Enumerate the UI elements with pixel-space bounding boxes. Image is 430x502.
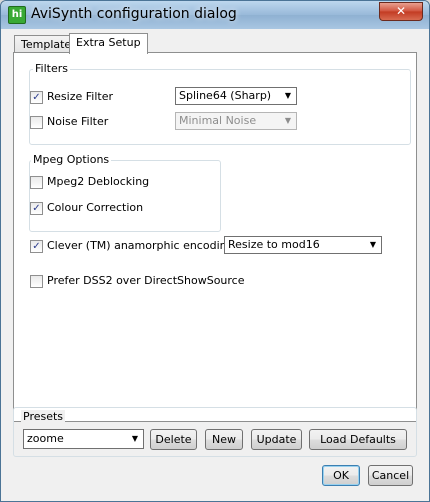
delete-preset-button[interactable]: Delete <box>150 429 197 450</box>
prefer-dss2-check-icon <box>30 275 43 288</box>
preset-select[interactable]: zoome ▼ <box>23 429 144 449</box>
dialog-client: Template Extra Setup Filters ✓ Resize Fi… <box>8 30 422 492</box>
noise-filter-label: Noise Filter <box>47 115 109 128</box>
update-preset-button[interactable]: Update <box>251 429 302 450</box>
mpeg2-deblocking-label: Mpeg2 Deblocking <box>47 175 150 188</box>
filters-group <box>29 69 411 145</box>
anamorphic-check-icon: ✓ <box>30 240 43 253</box>
presets-label: Presets <box>21 410 66 423</box>
noise-filter-check-icon <box>30 116 43 129</box>
filters-group-label: Filters <box>33 62 70 75</box>
ok-button[interactable]: OK <box>322 465 360 486</box>
mpeg2-deblocking-check-icon <box>30 176 43 189</box>
window-title: AviSynth configuration dialog <box>31 6 237 22</box>
dialog-window: hi AviSynth configuration dialog ✕ Templ… <box>0 0 430 502</box>
mpeg-options-label: Mpeg Options <box>31 153 112 166</box>
resize-filter-check-icon: ✓ <box>30 91 43 104</box>
chevron-down-icon: ▼ <box>284 91 292 100</box>
chevron-down-icon: ▼ <box>369 240 377 249</box>
load-defaults-button[interactable]: Load Defaults <box>309 429 407 450</box>
resize-filter-value: Spline64 (Sharp) <box>179 89 272 102</box>
cancel-button[interactable]: Cancel <box>368 465 413 486</box>
preset-value: zoome <box>27 432 64 445</box>
noise-filter-select[interactable]: Minimal Noise ▼ <box>175 112 297 130</box>
title-bar[interactable]: hi AviSynth configuration dialog ✕ <box>1 1 429 29</box>
noise-filter-value: Minimal Noise <box>179 114 257 127</box>
resize-filter-select[interactable]: Spline64 (Sharp) ▼ <box>175 87 297 105</box>
resize-filter-label: Resize Filter <box>47 90 113 103</box>
prefer-dss2-label: Prefer DSS2 over DirectShowSource <box>47 274 245 287</box>
close-button[interactable]: ✕ <box>379 2 423 21</box>
extra-setup-panel: Filters ✓ Resize Filter Spline64 (Sharp)… <box>13 52 417 422</box>
anamorphic-label: Clever (TM) anamorphic encoding: <box>47 239 238 252</box>
anamorphic-select[interactable]: Resize to mod16 ▼ <box>224 236 382 254</box>
anamorphic-value: Resize to mod16 <box>228 238 320 251</box>
colour-correction-check-icon: ✓ <box>30 202 43 215</box>
tab-extra-setup[interactable]: Extra Setup <box>69 33 148 54</box>
new-preset-button[interactable]: New <box>205 429 243 450</box>
avisynth-app-icon: hi <box>8 6 26 24</box>
chevron-down-icon: ▼ <box>284 116 292 125</box>
chevron-down-icon: ▼ <box>131 434 139 443</box>
mpeg-options-group <box>29 160 221 232</box>
colour-correction-label: Colour Correction <box>47 201 144 214</box>
